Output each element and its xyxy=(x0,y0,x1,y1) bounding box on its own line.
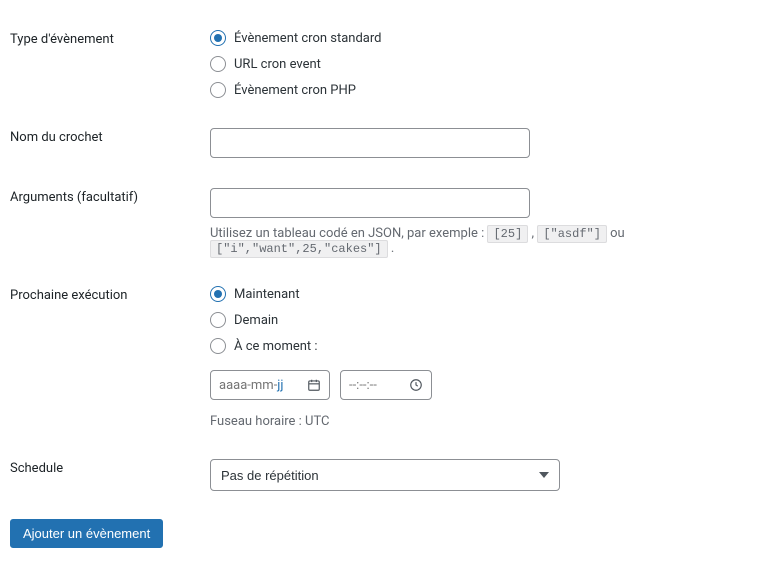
event-type-url-radio[interactable] xyxy=(210,56,226,72)
next-run-at-label[interactable]: À ce moment : xyxy=(234,339,318,354)
hook-name-input[interactable] xyxy=(210,128,530,158)
event-type-standard-radio[interactable] xyxy=(210,30,226,46)
clock-icon xyxy=(409,378,423,392)
add-event-button[interactable]: Ajouter un évènement xyxy=(10,519,163,548)
next-run-now-radio[interactable] xyxy=(210,286,226,302)
timezone-text: Fuseau horaire : UTC xyxy=(210,414,757,429)
example-code: ["i","want",25,"cakes"] xyxy=(210,240,388,258)
example-code: [25] xyxy=(487,225,528,243)
calendar-icon xyxy=(307,378,321,392)
hook-name-label: Nom du crochet xyxy=(10,118,210,178)
schedule-label: Schedule xyxy=(10,449,210,511)
next-run-at-radio[interactable] xyxy=(210,338,226,354)
event-type-standard-label[interactable]: Évènement cron standard xyxy=(234,31,382,46)
event-type-label: Type d'évènement xyxy=(10,20,210,118)
arguments-input[interactable] xyxy=(210,188,530,218)
next-run-label: Prochaine exécution xyxy=(10,276,210,449)
event-type-url-label[interactable]: URL cron event xyxy=(234,57,321,72)
example-code: ["asdf"] xyxy=(537,225,607,243)
date-input[interactable]: aaaa-mm-jj xyxy=(210,370,330,400)
event-type-php-label[interactable]: Évènement cron PHP xyxy=(234,83,356,98)
next-run-now-label[interactable]: Maintenant xyxy=(234,287,300,302)
event-type-php-radio[interactable] xyxy=(210,82,226,98)
next-run-tomorrow-radio[interactable] xyxy=(210,312,226,328)
arguments-help: Utilisez un tableau codé en JSON, par ex… xyxy=(210,226,757,256)
arguments-label: Arguments (facultatif) xyxy=(10,178,210,276)
schedule-select[interactable]: Pas de répétition xyxy=(210,459,560,491)
time-input[interactable]: --:--:-- xyxy=(340,370,432,400)
next-run-tomorrow-label[interactable]: Demain xyxy=(234,313,278,328)
